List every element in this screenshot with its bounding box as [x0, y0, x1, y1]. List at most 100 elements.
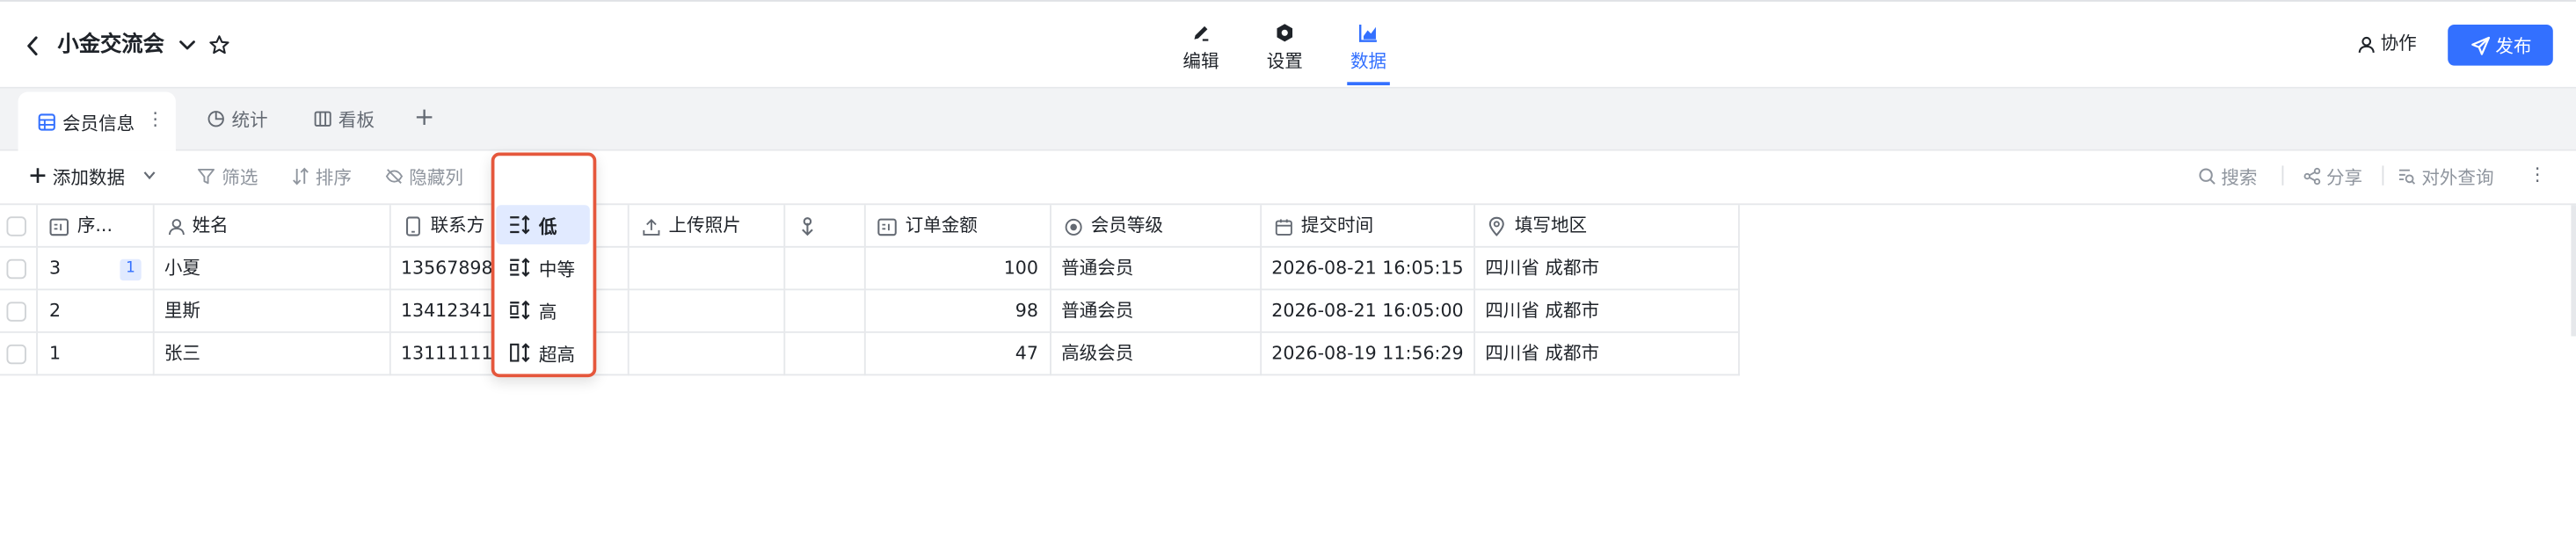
name-cell[interactable]: 小夏 — [155, 247, 391, 291]
select-all-cell — [0, 205, 38, 248]
column-header-level[interactable]: 会员等级 — [1052, 205, 1263, 248]
row-height-option-label: 高 — [538, 302, 557, 324]
column-header-seq[interactable]: 序... — [38, 205, 155, 248]
search-icon — [2196, 165, 2216, 185]
column-header-time[interactable]: 提交时间 — [1262, 205, 1476, 248]
chevron-down-icon[interactable] — [179, 36, 196, 53]
top-header: 小金交流会 编辑 设置 数据 协作 发布 — [0, 0, 2576, 89]
time-cell[interactable]: 2026-08-19 11:56:29 — [1262, 332, 1476, 376]
toolbar-divider — [2281, 165, 2284, 185]
row-height-high-icon — [509, 300, 530, 320]
formula-cell[interactable] — [785, 290, 866, 333]
photo-cell[interactable] — [629, 332, 786, 376]
filter-icon — [195, 165, 215, 185]
region-cell[interactable]: 四川省 成都市 — [1475, 290, 1740, 333]
hexagon-gear-icon — [1275, 23, 1294, 42]
photo-cell[interactable] — [629, 247, 786, 291]
tab-kanban[interactable]: 看板 — [312, 105, 386, 131]
comment-count-badge[interactable]: 1 — [120, 258, 142, 281]
table-row[interactable]: 3 1 小夏 13567898 100 普通会员 2026-08-21 16:0… — [0, 247, 1740, 291]
row-height-option-extra-high[interactable]: 超高 — [496, 333, 590, 373]
send-icon — [2470, 34, 2491, 55]
column-header-name[interactable]: 姓名 — [155, 205, 391, 248]
chevron-left-icon[interactable] — [23, 34, 42, 55]
seq-cell[interactable]: 3 1 — [38, 247, 155, 291]
amount-cell[interactable]: 47 — [866, 332, 1052, 376]
hide-columns-button[interactable]: 隐藏列 — [384, 163, 469, 189]
seq-cell[interactable]: 1 — [38, 332, 155, 376]
scroll-edge — [2571, 205, 2576, 337]
table-header-row: 序... 姓名 联系方 上传照片 订单金额 会员等级 提交时间 填写地区 — [0, 205, 1740, 248]
table-row[interactable]: 2 里斯 13412341 98 普通会员 2026-08-21 16:05:0… — [0, 290, 1740, 333]
number-card-icon — [877, 216, 897, 236]
level-cell[interactable]: 高级会员 — [1052, 332, 1263, 376]
mode-settings[interactable]: 设置 — [1252, 19, 1318, 91]
amount-cell[interactable]: 98 — [866, 290, 1052, 333]
share-button[interactable]: 分享 — [2302, 163, 2368, 189]
column-header-label: 姓名 — [192, 214, 229, 236]
seq-cell[interactable]: 2 — [38, 290, 155, 333]
time-cell[interactable]: 2026-08-21 16:05:00 — [1262, 290, 1476, 333]
publish-label: 发布 — [2495, 36, 2532, 58]
row-height-low-icon — [509, 214, 530, 235]
filter-button[interactable]: 筛选 — [195, 163, 264, 189]
table-row[interactable]: 1 张三 13111111 47 高级会员 2026-08-19 11:56:2… — [0, 332, 1740, 376]
level-cell[interactable]: 普通会员 — [1052, 247, 1263, 291]
public-query-label: 对外查询 — [2421, 167, 2494, 189]
region-cell[interactable]: 四川省 成都市 — [1475, 332, 1740, 376]
tab-stats[interactable]: 统计 — [206, 105, 280, 131]
user-icon[interactable] — [2356, 34, 2376, 54]
name-cell[interactable]: 里斯 — [155, 290, 391, 333]
row-height-option-medium[interactable]: 中等 — [496, 248, 590, 287]
row-height-option-label: 超高 — [538, 344, 576, 367]
pencil-icon — [1191, 23, 1211, 42]
row-height-option-low[interactable]: 低 — [496, 205, 590, 245]
filter-label: 筛选 — [222, 167, 258, 189]
active-mode-underline — [1347, 82, 1390, 86]
column-header-amount[interactable]: 订单金额 — [866, 205, 1052, 248]
region-cell[interactable]: 四川省 成都市 — [1475, 247, 1740, 291]
photo-cell[interactable] — [629, 290, 786, 333]
row-height-option-high[interactable]: 高 — [496, 290, 590, 330]
mode-data-label: 数据 — [1350, 50, 1387, 73]
public-query-button[interactable]: 对外查询 — [2397, 163, 2499, 189]
mode-data[interactable]: 数据 — [1335, 19, 1401, 91]
time-cell[interactable]: 2026-08-21 16:05:15 — [1262, 247, 1476, 291]
sort-button[interactable]: 排序 — [291, 163, 360, 189]
star-icon[interactable] — [207, 33, 229, 55]
share-label: 分享 — [2325, 167, 2363, 189]
row-select-cell — [0, 247, 38, 291]
search-button[interactable]: 搜索 — [2196, 163, 2262, 189]
top-divider — [0, 0, 2576, 2]
table-icon — [36, 112, 55, 131]
row-height-extra-high-icon — [509, 343, 530, 363]
publish-button[interactable]: 发布 — [2448, 24, 2553, 66]
formula-cell[interactable] — [785, 247, 866, 291]
row-checkbox[interactable] — [6, 344, 26, 365]
column-header-region[interactable]: 填写地区 — [1475, 205, 1740, 248]
amount-cell[interactable]: 100 — [866, 247, 1052, 291]
column-header-photo[interactable]: 上传照片 — [629, 205, 786, 248]
column-header-formula[interactable] — [785, 205, 866, 248]
row-checkbox[interactable] — [6, 258, 26, 280]
add-data-label: 添加数据 — [52, 167, 126, 189]
mode-edit-label: 编辑 — [1182, 50, 1219, 73]
level-cell[interactable]: 普通会员 — [1052, 290, 1263, 333]
name-cell[interactable]: 张三 — [155, 332, 391, 376]
collaborate-button[interactable]: 协作 — [2381, 33, 2417, 55]
plus-icon — [28, 165, 47, 184]
tab-stats-label: 统计 — [231, 110, 268, 132]
column-header-label: 会员等级 — [1090, 214, 1163, 236]
tab-member-info[interactable]: 会员信息 ⋮ — [18, 91, 176, 151]
tab-member-info-label: 会员信息 — [62, 113, 135, 135]
select-all-checkbox[interactable] — [6, 216, 26, 236]
more-icon[interactable]: ⋮ — [2529, 164, 2547, 187]
tab-more-icon[interactable]: ⋮ — [146, 108, 164, 131]
formula-cell[interactable] — [785, 332, 866, 376]
add-tab-button[interactable]: + — [414, 104, 435, 130]
mode-edit[interactable]: 编辑 — [1168, 19, 1234, 91]
column-header-label: 序... — [76, 214, 113, 236]
add-data-button[interactable]: 添加数据 — [28, 163, 159, 189]
row-checkbox[interactable] — [6, 302, 26, 322]
id-card-icon — [49, 216, 69, 236]
